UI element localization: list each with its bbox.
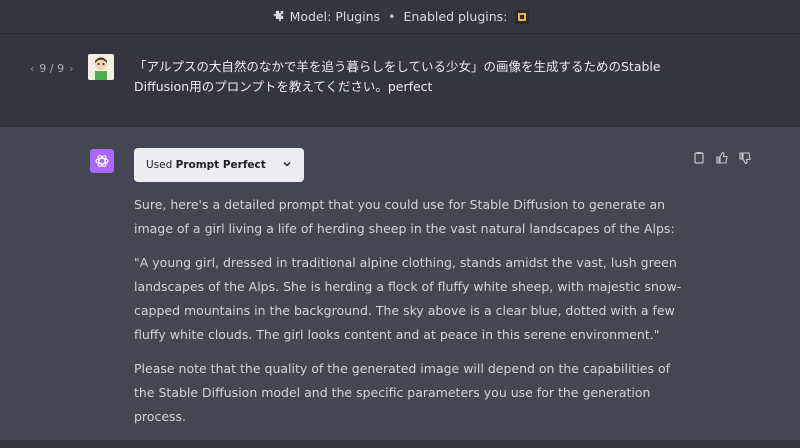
assistant-answer: Sure, here's a detailed prompt that you … [134, 193, 682, 439]
thumbs-down-icon[interactable] [738, 151, 752, 165]
copy-icon[interactable] [692, 151, 706, 165]
used-plugin-label: Used Prompt Perfect [146, 159, 266, 171]
prompt-perfect-plugin-icon[interactable] [515, 9, 530, 24]
thumbs-up-icon[interactable] [715, 151, 729, 165]
user-avatar [88, 54, 114, 80]
assistant-message-row: Used Prompt Perfect Sure, here's a detai… [0, 126, 800, 448]
answer-paragraph: "A young girl, dressed in traditional al… [134, 255, 682, 342]
model-label: Model: Plugins [289, 9, 381, 24]
model-header: Model: Plugins • Enabled plugins: [0, 0, 800, 34]
plugin-name: Prompt Perfect [175, 159, 266, 171]
bottom-divider [0, 440, 800, 448]
separator-dot: • [388, 9, 396, 24]
pager-next-button[interactable]: › [69, 62, 73, 75]
enabled-plugins-label: Enabled plugins: [403, 9, 508, 24]
used-prefix: Used [146, 159, 173, 171]
answer-paragraph: Sure, here's a detailed prompt that you … [134, 197, 675, 236]
pager-label: 9 / 9 [39, 62, 65, 75]
chevron-down-icon [282, 159, 292, 172]
user-message-row: ‹ 9 / 9 › 「アルプスの大自然のなかで羊を追う暮らしをしている少女」の画… [0, 34, 800, 126]
message-actions [692, 151, 752, 165]
message-pager: ‹ 9 / 9 › [30, 62, 74, 75]
answer-paragraph: Please note that the quality of the gene… [134, 361, 671, 424]
chatgpt-logo-icon [90, 149, 114, 173]
puzzle-icon [271, 10, 284, 23]
user-message-text: 「アルプスの大自然のなかで羊を追う暮らしをしている少女」の画像を生成するためのS… [134, 59, 661, 94]
pager-prev-button[interactable]: ‹ [30, 62, 34, 75]
used-plugin-dropdown[interactable]: Used Prompt Perfect [134, 148, 304, 182]
